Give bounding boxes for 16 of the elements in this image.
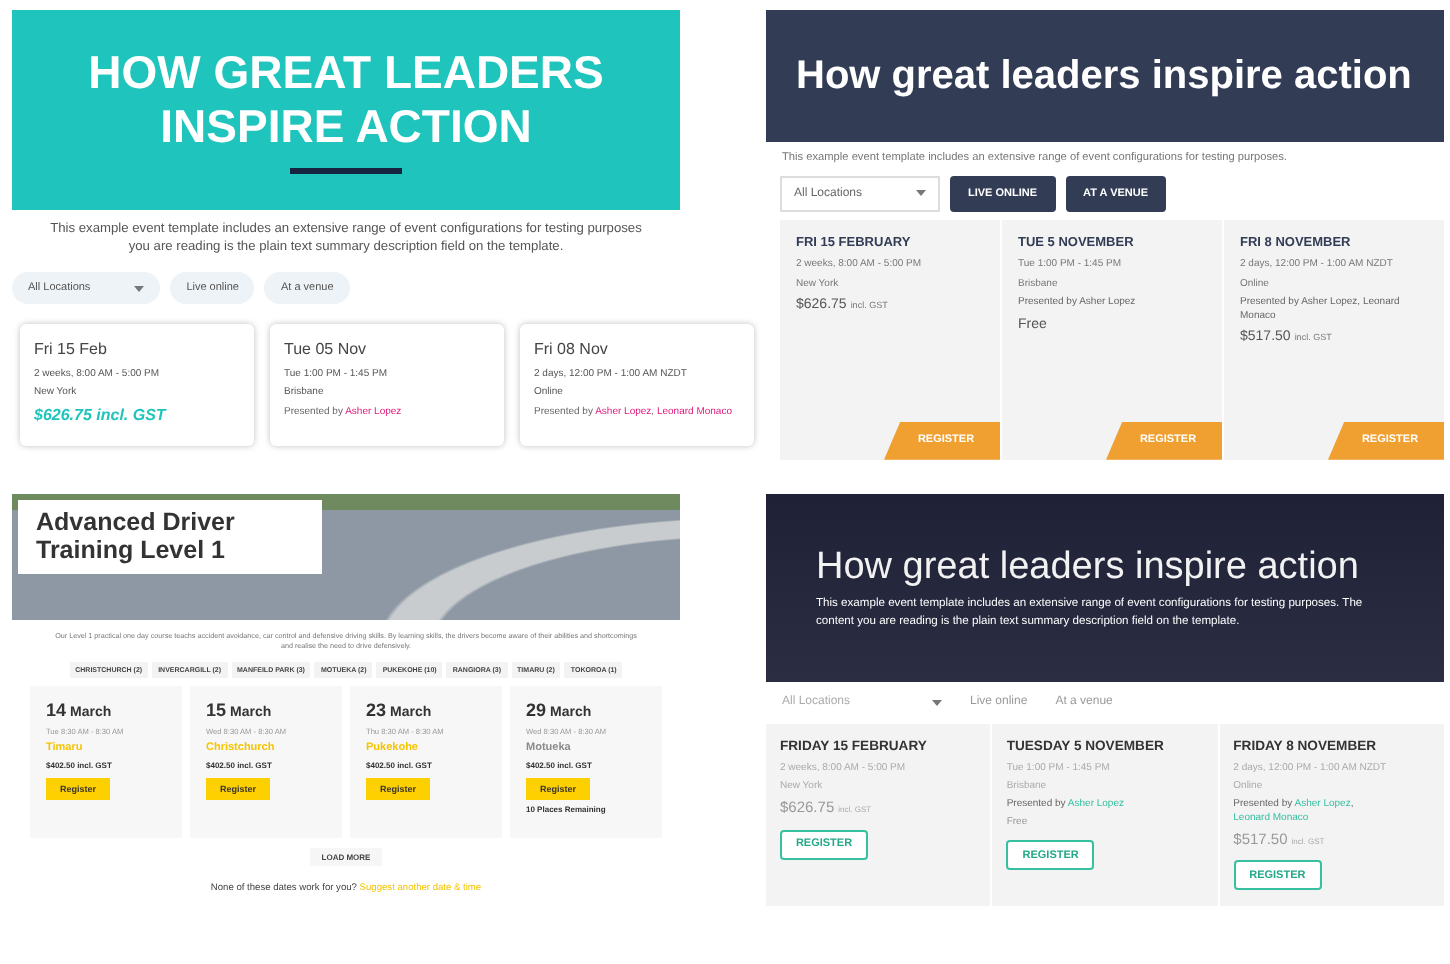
hero-title: How great leaders inspire action <box>816 546 1361 591</box>
caret-icon <box>134 285 145 292</box>
event-day: 29 <box>526 700 547 724</box>
event-day: 23 <box>366 700 387 724</box>
event-date: Tue 05 Nov <box>284 340 369 362</box>
event-price: $626.75 incl. GST <box>34 405 169 427</box>
event-date: Fri 08 Nov <box>534 340 610 362</box>
event-day: 14 <box>46 700 67 724</box>
hero-title: HOW GREAT LEADERS INSPIRE ACTION <box>86 46 606 152</box>
hero-title: How great leaders inspire action <box>796 53 1412 99</box>
caret-icon <box>916 190 926 197</box>
course-title: Advanced Driver Training Level 1 <box>18 500 322 574</box>
event-date: Fri 15 Feb <box>34 340 109 362</box>
event-day: 15 <box>206 700 227 724</box>
caret-icon <box>932 699 942 705</box>
title-underline <box>290 167 402 174</box>
